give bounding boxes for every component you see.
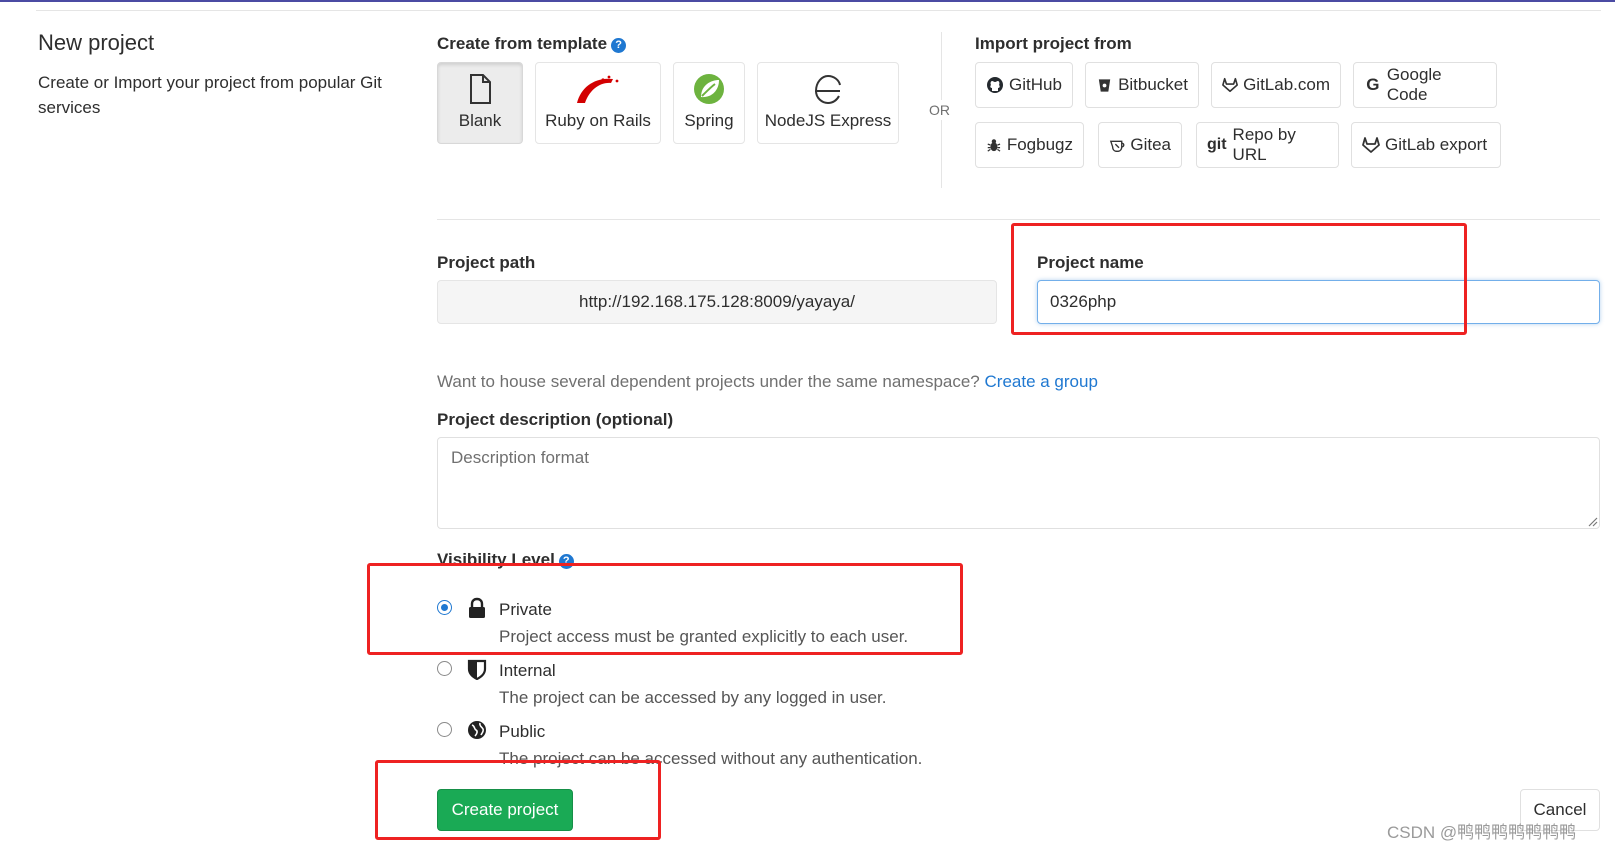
template-spring-label: Spring [684,111,734,130]
template-blank[interactable]: Blank [437,62,523,144]
bug-icon [987,139,1001,152]
file-icon [470,74,491,104]
annotation-box-project-name [1011,223,1467,335]
page-title: New project [38,30,155,55]
visibility-internal-title: Internal [499,661,556,680]
gitlab-icon [1362,137,1380,153]
import-gitlab-export-label: GitLab export [1385,135,1488,154]
bitbucket-icon [1098,79,1111,92]
spring-leaf-icon [694,74,724,104]
help-icon[interactable]: ? [611,38,627,53]
annotation-box-private [367,563,963,655]
top-divider [36,10,1601,11]
top-border [0,0,1615,2]
visibility-internal-radio[interactable] [437,661,452,676]
import-repo-by-url-label: Repo by URL [1232,125,1296,164]
group-hint-text: Want to house several dependent projects… [437,372,980,391]
import-gitlab-com-button[interactable]: GitLab.com [1211,62,1341,108]
import-google-code-label: Google Code [1386,65,1442,104]
template-blank-label: Blank [458,111,502,130]
express-e-icon [814,74,841,105]
import-bitbucket-button[interactable]: Bitbucket [1085,62,1199,108]
rails-icon [577,75,619,103]
annotation-box-create [375,760,661,840]
project-path-prefix: http://192.168.175.128:8009/yayaya/ [437,280,997,324]
project-path-label: Project path [437,253,536,272]
visibility-internal-desc: The project can be accessed by any logge… [499,688,887,707]
gitea-icon [1109,140,1125,153]
template-rails-label: Ruby on Rails [545,111,651,130]
page-subtitle: Create or Import your project from popul… [38,73,382,117]
import-fogbugz-button[interactable]: Fogbugz [975,122,1084,168]
visibility-option-internal[interactable]: Internal The project can be accessed by … [437,658,917,714]
template-heading-text: Create from template [437,34,608,53]
import-fogbugz-label: Fogbugz [1006,135,1073,154]
template-spring[interactable]: Spring [673,62,745,144]
group-hint: Want to house several dependent projects… [437,372,1098,392]
import-repo-by-url-button[interactable]: git Repo by URL [1196,122,1339,168]
section-divider [437,219,1600,220]
visibility-public-title: Public [499,722,546,741]
import-google-code-button[interactable]: G Google Code [1353,62,1497,108]
template-ruby-on-rails[interactable]: Ruby on Rails [535,62,661,144]
shield-icon [467,659,487,680]
import-gitea-label: Gitea [1130,135,1171,154]
watermark: CSDN @鸭鸭鸭鸭鸭鸭鸭 [1387,823,1577,842]
import-github-label: GitHub [1009,75,1062,94]
import-bitbucket-label: Bitbucket [1118,75,1188,94]
google-icon: G [1366,75,1380,94]
git-icon: git [1207,136,1227,153]
github-icon [987,77,1003,93]
visibility-public-radio[interactable] [437,722,452,737]
import-gitea-button[interactable]: Gitea [1098,122,1182,168]
template-nodejs-express[interactable]: NodeJS Express [757,62,899,144]
template-heading: Create from template? [437,34,627,54]
import-gitlab-export-button[interactable]: GitLab export [1351,122,1501,168]
create-group-link[interactable]: Create a group [985,372,1098,391]
import-heading: Import project from [975,34,1132,53]
import-gitlab-com-label: GitLab.com [1243,75,1330,94]
project-description-input[interactable] [437,437,1600,529]
resize-handle-icon[interactable] [1586,515,1598,527]
or-label: OR [927,100,952,120]
globe-icon [468,721,486,739]
gitlab-icon [1222,77,1238,93]
project-description-label: Project description (optional) [437,410,674,429]
import-github-button[interactable]: GitHub [975,62,1073,108]
template-express-label: NodeJS Express [764,111,892,130]
